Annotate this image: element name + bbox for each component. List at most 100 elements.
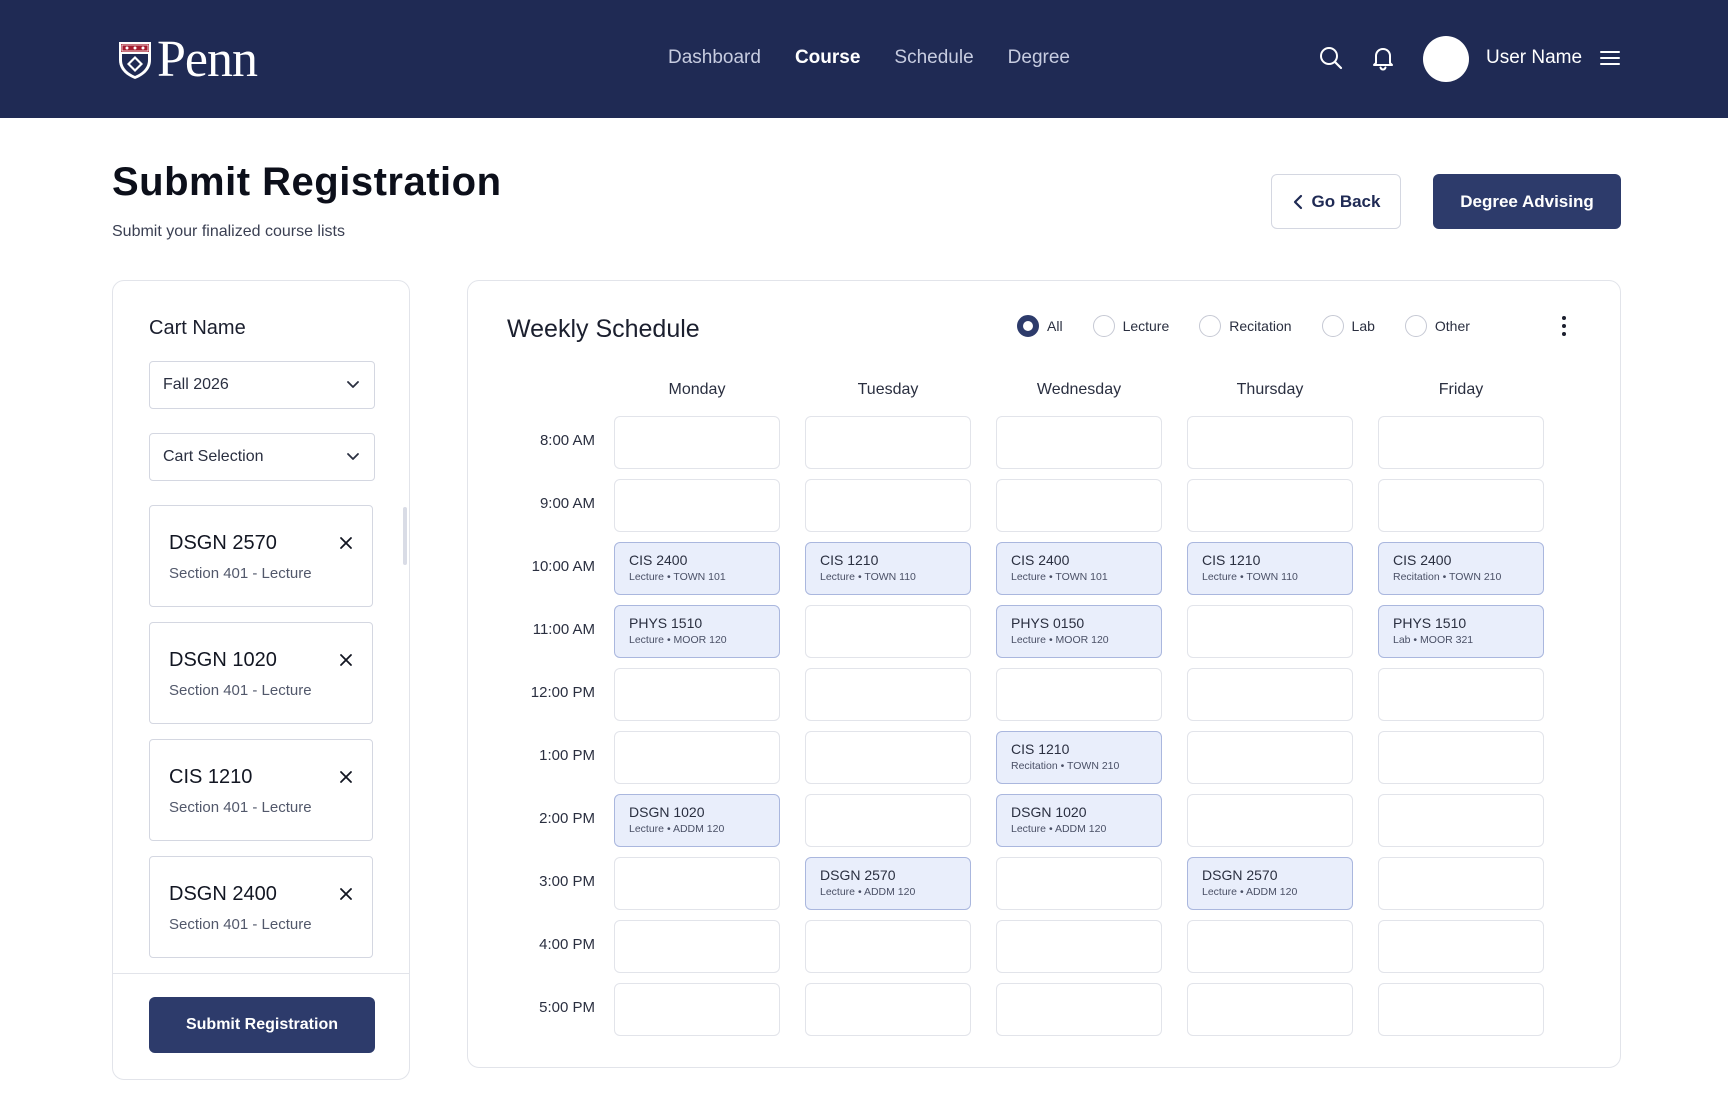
- empty-slot[interactable]: [805, 416, 971, 469]
- radio-icon[interactable]: [1321, 315, 1344, 337]
- empty-slot[interactable]: [1378, 479, 1544, 532]
- schedule-event[interactable]: PHYS 0150 Lecture • MOOR 120: [996, 605, 1162, 658]
- empty-slot[interactable]: [1378, 983, 1544, 1036]
- empty-slot[interactable]: [1378, 920, 1544, 973]
- empty-slot[interactable]: [1187, 794, 1353, 847]
- filter-lab[interactable]: Lab: [1321, 315, 1375, 337]
- empty-slot[interactable]: [614, 920, 780, 973]
- filter-other[interactable]: Other: [1404, 315, 1470, 337]
- shield-icon: [119, 42, 151, 79]
- cart-selection-select[interactable]: Cart Selection: [149, 433, 375, 481]
- schedule-event[interactable]: CIS 2400 Recitation • TOWN 210: [1378, 542, 1544, 595]
- empty-slot[interactable]: [1378, 857, 1544, 910]
- schedule-event[interactable]: DSGN 2570 Lecture • ADDM 120: [1187, 857, 1353, 910]
- empty-slot[interactable]: [1187, 920, 1353, 973]
- filter-lecture[interactable]: Lecture: [1092, 315, 1169, 337]
- filter-all[interactable]: All: [1017, 315, 1063, 337]
- empty-slot[interactable]: [805, 668, 971, 721]
- radio-icon[interactable]: [1199, 315, 1222, 337]
- event-code: DSGN 1020: [629, 804, 705, 820]
- empty-slot[interactable]: [996, 416, 1162, 469]
- cart-item[interactable]: DSGN 1020 Section 401 - Lecture: [149, 622, 373, 724]
- empty-slot[interactable]: [1378, 416, 1544, 469]
- submit-registration-button[interactable]: Submit Registration: [149, 997, 375, 1053]
- avatar[interactable]: [1423, 36, 1469, 82]
- nav-degree[interactable]: Degree: [1008, 46, 1070, 70]
- filter-group: All Lecture Recitation Lab Other: [1017, 315, 1500, 337]
- empty-slot[interactable]: [1187, 668, 1353, 721]
- empty-slot[interactable]: [805, 920, 971, 973]
- chevron-left-icon: [1293, 194, 1302, 209]
- event-meta: Lecture • TOWN 110: [820, 571, 916, 583]
- schedule-event[interactable]: PHYS 1510 Lab • MOOR 321: [1378, 605, 1544, 658]
- nav-dashboard[interactable]: Dashboard: [668, 46, 761, 70]
- schedule-event[interactable]: CIS 2400 Lecture • TOWN 101: [996, 542, 1162, 595]
- cart-item[interactable]: DSGN 2570 Section 401 - Lecture: [149, 505, 373, 607]
- event-code: CIS 2400: [1011, 552, 1070, 568]
- close-icon[interactable]: [337, 885, 355, 903]
- empty-slot[interactable]: [996, 479, 1162, 532]
- schedule-event[interactable]: DSGN 1020 Lecture • ADDM 120: [614, 794, 780, 847]
- cart-scrollbar[interactable]: [403, 507, 407, 565]
- empty-slot[interactable]: [1187, 605, 1353, 658]
- empty-slot[interactable]: [805, 731, 971, 784]
- empty-slot[interactable]: [805, 479, 971, 532]
- nav-schedule[interactable]: Schedule: [894, 46, 973, 70]
- filter-label: Other: [1434, 318, 1470, 334]
- schedule-event[interactable]: DSGN 1020 Lecture • ADDM 120: [996, 794, 1162, 847]
- empty-slot[interactable]: [805, 605, 971, 658]
- schedule-event[interactable]: CIS 2400 Lecture • TOWN 101: [614, 542, 780, 595]
- empty-slot[interactable]: [996, 668, 1162, 721]
- schedule-event[interactable]: PHYS 1510 Lecture • MOOR 120: [614, 605, 780, 658]
- schedule-event[interactable]: CIS 1210 Lecture • TOWN 110: [1187, 542, 1353, 595]
- schedule-event[interactable]: CIS 1210 Lecture • TOWN 110: [805, 542, 971, 595]
- empty-slot[interactable]: [805, 983, 971, 1036]
- empty-slot[interactable]: [996, 983, 1162, 1036]
- cart-item[interactable]: CIS 1210 Section 401 - Lecture: [149, 739, 373, 841]
- event-code: PHYS 1510: [629, 615, 703, 631]
- filter-recitation[interactable]: Recitation: [1199, 315, 1292, 337]
- term-select[interactable]: Fall 2026: [149, 361, 375, 409]
- event-code: PHYS 1510: [1393, 615, 1467, 631]
- cart-item-code: CIS 1210: [169, 766, 253, 788]
- empty-slot[interactable]: [1187, 731, 1353, 784]
- radio-icon[interactable]: [1404, 315, 1427, 337]
- main-nav: Dashboard Course Schedule Degree: [668, 46, 1104, 70]
- close-icon[interactable]: [337, 651, 355, 669]
- empty-slot[interactable]: [996, 857, 1162, 910]
- empty-slot[interactable]: [996, 920, 1162, 973]
- nav-course[interactable]: Course: [795, 46, 860, 70]
- empty-slot[interactable]: [1187, 416, 1353, 469]
- empty-slot[interactable]: [614, 857, 780, 910]
- empty-slot[interactable]: [614, 416, 780, 469]
- empty-slot[interactable]: [614, 479, 780, 532]
- empty-slot[interactable]: [1378, 668, 1544, 721]
- more-options-icon[interactable]: [1560, 315, 1568, 337]
- empty-slot[interactable]: [1378, 794, 1544, 847]
- search-icon[interactable]: [1317, 44, 1345, 72]
- close-icon[interactable]: [337, 534, 355, 552]
- cart-list[interactable]: DSGN 2570 Section 401 - Lecture DSGN 102…: [149, 505, 375, 965]
- divider: [113, 973, 409, 974]
- time-label: 4:00 PM: [539, 936, 595, 953]
- bell-icon[interactable]: [1369, 44, 1397, 72]
- empty-slot[interactable]: [614, 983, 780, 1036]
- user-name[interactable]: User Name: [1486, 46, 1582, 70]
- empty-slot[interactable]: [805, 794, 971, 847]
- penn-logo[interactable]: Penn: [117, 34, 258, 86]
- day-header-wednesday: Wednesday: [1036, 381, 1122, 398]
- close-icon[interactable]: [337, 768, 355, 786]
- cart-item[interactable]: DSGN 2400 Section 401 - Lecture: [149, 856, 373, 958]
- schedule-event[interactable]: CIS 1210 Recitation • TOWN 210: [996, 731, 1162, 784]
- empty-slot[interactable]: [614, 668, 780, 721]
- empty-slot[interactable]: [1187, 983, 1353, 1036]
- go-back-button[interactable]: Go Back: [1271, 174, 1401, 229]
- empty-slot[interactable]: [614, 731, 780, 784]
- empty-slot[interactable]: [1378, 731, 1544, 784]
- degree-advising-button[interactable]: Degree Advising: [1433, 174, 1621, 229]
- menu-icon[interactable]: [1596, 44, 1624, 72]
- schedule-event[interactable]: DSGN 2570 Lecture • ADDM 120: [805, 857, 971, 910]
- radio-icon[interactable]: [1092, 315, 1115, 337]
- empty-slot[interactable]: [1187, 479, 1353, 532]
- radio-icon[interactable]: [1017, 315, 1039, 337]
